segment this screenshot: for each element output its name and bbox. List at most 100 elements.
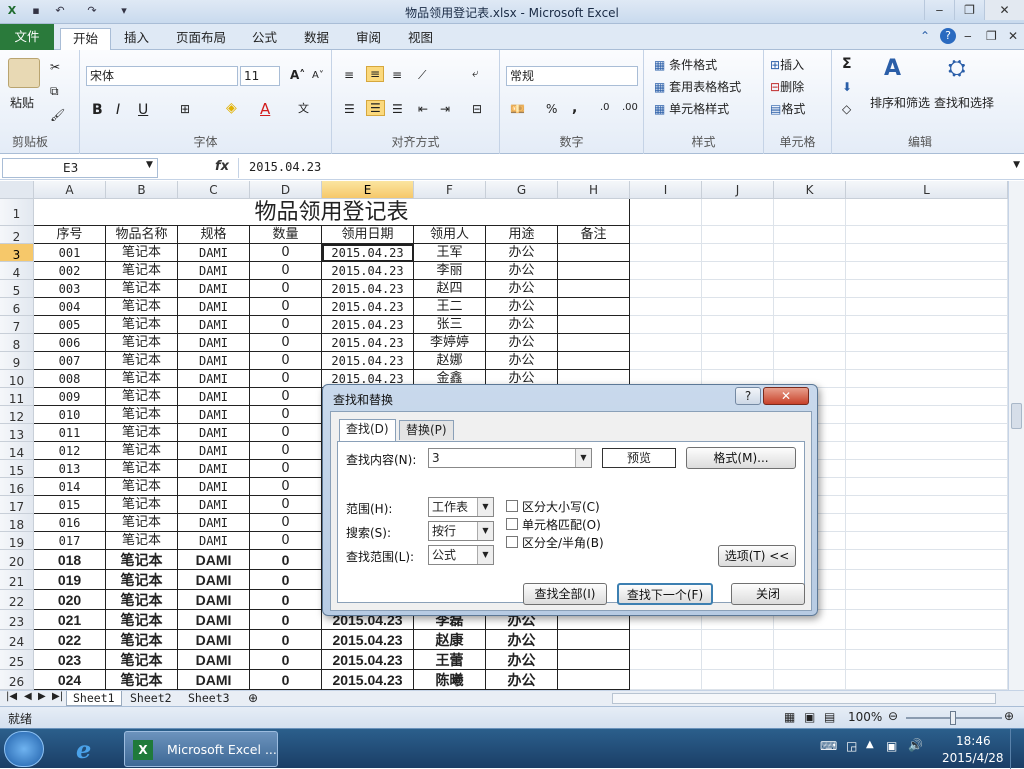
table-cell[interactable]: DAMI bbox=[178, 630, 250, 650]
page-layout-view-icon[interactable]: ▣ bbox=[804, 710, 815, 724]
table-cell[interactable]: 006 bbox=[34, 334, 106, 352]
column-title-cell[interactable]: 领用人 bbox=[414, 226, 486, 244]
empty-cell[interactable] bbox=[630, 316, 702, 334]
fill-color-icon[interactable]: ◈ bbox=[226, 100, 237, 116]
fill-icon[interactable]: ⬇ bbox=[842, 80, 852, 94]
table-cell[interactable]: 笔记本 bbox=[106, 262, 178, 280]
row-header[interactable]: 5 bbox=[0, 280, 34, 298]
empty-cell[interactable] bbox=[846, 532, 1008, 550]
table-cell[interactable]: 笔记本 bbox=[106, 590, 178, 610]
sort-filter-button[interactable]: 排序和筛选 bbox=[870, 94, 930, 111]
column-header-b[interactable]: B bbox=[106, 181, 178, 199]
show-desktop-button[interactable] bbox=[1010, 729, 1024, 769]
table-cell[interactable]: 2015.04.23 bbox=[322, 630, 414, 650]
table-cell[interactable]: 笔记本 bbox=[106, 478, 178, 496]
table-cell[interactable]: DAMI bbox=[178, 670, 250, 690]
empty-cell[interactable] bbox=[702, 630, 774, 650]
formula-input[interactable]: 2015.04.23 bbox=[238, 158, 1004, 178]
column-title-cell[interactable]: 物品名称 bbox=[106, 226, 178, 244]
table-cell[interactable]: 015 bbox=[34, 496, 106, 514]
table-cell[interactable]: 2015.04.23 bbox=[322, 262, 414, 280]
format-as-table-button[interactable]: ▦ 套用表格格式 bbox=[654, 78, 741, 95]
sheet-nav-prev-icon[interactable]: ◀ bbox=[24, 691, 32, 702]
table-cell[interactable]: 010 bbox=[34, 406, 106, 424]
table-cell[interactable]: DAMI bbox=[178, 532, 250, 550]
comma-button[interactable]: , bbox=[572, 100, 577, 116]
sheet-tab-sheet3[interactable]: Sheet3 bbox=[182, 691, 236, 706]
table-cell[interactable]: 笔记本 bbox=[106, 514, 178, 532]
empty-cell[interactable] bbox=[846, 316, 1008, 334]
sheet-tab-sheet1[interactable]: Sheet1 bbox=[66, 691, 122, 706]
empty-cell[interactable] bbox=[774, 670, 846, 690]
table-cell[interactable]: 陈曦 bbox=[414, 670, 486, 690]
empty-cell[interactable] bbox=[846, 514, 1008, 532]
table-cell[interactable]: 笔记本 bbox=[106, 370, 178, 388]
empty-cell[interactable] bbox=[846, 244, 1008, 262]
keyboard-icon[interactable]: ⌨ bbox=[820, 739, 837, 753]
table-cell[interactable]: 王二 bbox=[414, 298, 486, 316]
empty-cell[interactable] bbox=[774, 226, 846, 244]
empty-cell[interactable] bbox=[846, 226, 1008, 244]
name-box[interactable]: E3 bbox=[2, 158, 158, 178]
table-cell[interactable]: 011 bbox=[34, 424, 106, 442]
table-cell[interactable]: DAMI bbox=[178, 650, 250, 670]
sheet-title[interactable]: 物品领用登记表 bbox=[34, 199, 630, 226]
table-cell[interactable]: 笔记本 bbox=[106, 650, 178, 670]
table-cell[interactable]: 笔记本 bbox=[106, 630, 178, 650]
table-cell[interactable]: 0 bbox=[250, 650, 322, 670]
grow-font-icon[interactable]: A˄ bbox=[290, 68, 305, 82]
table-cell[interactable]: DAMI bbox=[178, 280, 250, 298]
zoom-out-icon[interactable]: ⊖ bbox=[888, 709, 898, 723]
table-cell[interactable]: 2015.04.23 bbox=[322, 316, 414, 334]
table-cell[interactable]: DAMI bbox=[178, 388, 250, 406]
empty-cell[interactable] bbox=[630, 199, 702, 226]
table-cell[interactable]: DAMI bbox=[178, 298, 250, 316]
table-cell[interactable]: 0 bbox=[250, 352, 322, 370]
table-cell[interactable]: 笔记本 bbox=[106, 280, 178, 298]
find-what-input[interactable]: 3 ▼ bbox=[428, 448, 592, 468]
table-cell[interactable]: 002 bbox=[34, 262, 106, 280]
dialog-close-x-button[interactable]: ✕ bbox=[763, 387, 809, 405]
align-top-icon[interactable]: ≡ bbox=[344, 68, 354, 82]
empty-cell[interactable] bbox=[846, 650, 1008, 670]
table-cell[interactable] bbox=[558, 352, 630, 370]
sort-filter-icon[interactable]: A bbox=[884, 56, 901, 81]
phonetic-icon[interactable]: 文 bbox=[298, 100, 309, 116]
table-cell[interactable]: 0 bbox=[250, 244, 322, 262]
empty-cell[interactable] bbox=[846, 334, 1008, 352]
row-header[interactable]: 12 bbox=[0, 406, 34, 424]
tab-data[interactable]: 数据 bbox=[292, 28, 341, 50]
table-cell[interactable]: 016 bbox=[34, 514, 106, 532]
table-cell[interactable]: DAMI bbox=[178, 460, 250, 478]
table-cell[interactable]: 2015.04.23 bbox=[322, 650, 414, 670]
column-title-cell[interactable]: 用途 bbox=[486, 226, 558, 244]
table-cell[interactable] bbox=[558, 280, 630, 298]
column-title-cell[interactable]: 数量 bbox=[250, 226, 322, 244]
row-header[interactable]: 3 bbox=[0, 244, 34, 262]
table-cell[interactable]: DAMI bbox=[178, 406, 250, 424]
select-all-corner[interactable] bbox=[0, 181, 34, 199]
bold-icon[interactable]: B bbox=[92, 102, 103, 118]
table-cell[interactable]: 笔记本 bbox=[106, 388, 178, 406]
tab-insert[interactable]: 插入 bbox=[112, 28, 161, 50]
insert-sheet-icon[interactable]: ⊕ bbox=[248, 691, 258, 705]
font-color-icon[interactable]: A bbox=[260, 100, 270, 118]
table-cell[interactable]: DAMI bbox=[178, 514, 250, 532]
show-hidden-icons-icon[interactable]: ▲ bbox=[866, 739, 874, 750]
match-width-checkbox[interactable] bbox=[506, 536, 518, 548]
table-cell[interactable]: DAMI bbox=[178, 370, 250, 388]
vertical-scroll-thumb[interactable] bbox=[1011, 403, 1022, 429]
sheet-tab-sheet2[interactable]: Sheet2 bbox=[124, 691, 178, 706]
close-window-button[interactable]: ✕ bbox=[984, 0, 1024, 20]
table-cell[interactable] bbox=[558, 650, 630, 670]
empty-cell[interactable] bbox=[702, 334, 774, 352]
scope-dropdown-icon[interactable]: ▼ bbox=[477, 498, 493, 516]
table-cell[interactable]: 2015.04.23 bbox=[322, 352, 414, 370]
column-title-cell[interactable]: 规格 bbox=[178, 226, 250, 244]
sheet-nav-last-icon[interactable]: ▶| bbox=[52, 691, 63, 702]
row-header[interactable]: 17 bbox=[0, 496, 34, 514]
align-middle-icon[interactable]: ≡ bbox=[366, 66, 385, 82]
column-header-l[interactable]: L bbox=[846, 181, 1008, 199]
empty-cell[interactable] bbox=[702, 316, 774, 334]
table-cell[interactable]: 赵娜 bbox=[414, 352, 486, 370]
